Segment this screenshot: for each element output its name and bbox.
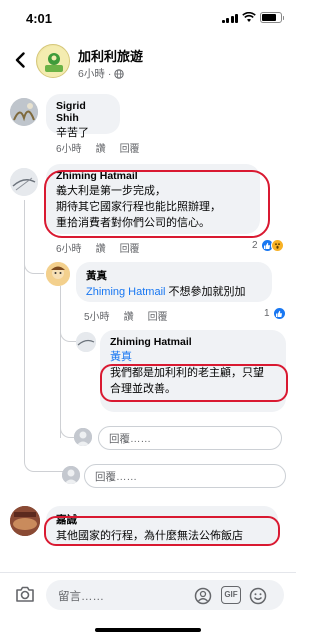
post-time: 6小時 bbox=[78, 68, 105, 80]
avatar-photo-icon bbox=[10, 168, 38, 196]
comment-actions: 6小時 讚 回覆 bbox=[56, 140, 140, 155]
comment-actions: 6小時 讚 回覆 bbox=[56, 240, 140, 255]
wifi-icon bbox=[242, 12, 256, 22]
comment-composer: 留言…… GIF bbox=[0, 572, 296, 616]
thread-connector bbox=[60, 322, 76, 342]
status-time: 4:01 bbox=[26, 11, 53, 26]
status-icons bbox=[221, 12, 284, 23]
back-button[interactable] bbox=[10, 48, 30, 72]
avatar-photo-icon bbox=[10, 506, 40, 536]
avatar[interactable] bbox=[76, 332, 96, 352]
avatar-sticker-button[interactable] bbox=[194, 587, 212, 605]
comment-bubble: Sigrid Shih 辛苦了 bbox=[46, 94, 120, 139]
avatar bbox=[74, 428, 92, 446]
thread-line bbox=[60, 286, 61, 438]
thread-connector bbox=[24, 254, 44, 274]
avatar-sticker-icon bbox=[194, 587, 212, 605]
reply-time: 5小時 bbox=[84, 312, 110, 323]
reply-actions: 5小時 讚 回覆 bbox=[84, 308, 168, 323]
avatar-photo-icon bbox=[46, 262, 70, 286]
reaction-summary[interactable]: 2 bbox=[252, 239, 284, 252]
reply-author[interactable]: Zhiming Hatmail bbox=[110, 336, 276, 348]
avatar[interactable] bbox=[10, 168, 38, 196]
mention-link[interactable]: Zhiming Hatmail bbox=[86, 286, 165, 298]
comment-text-line: 重拾消費者對你們公司的信心。 bbox=[56, 217, 210, 229]
mention-link[interactable]: 黃真 bbox=[110, 349, 276, 365]
reply-input-placeholder: 回覆…… bbox=[109, 433, 151, 445]
thread-line bbox=[24, 200, 25, 458]
avatar-photo-icon bbox=[76, 332, 96, 352]
avatar-photo-icon bbox=[10, 98, 38, 126]
comment-author[interactable]: Sigrid Shih bbox=[56, 100, 110, 124]
avatar bbox=[62, 466, 80, 484]
emoji-button[interactable] bbox=[249, 587, 267, 605]
avatar[interactable] bbox=[46, 262, 70, 286]
comment-bubble: 嘉誠 其他國家的行程，為什麼無法公佈飯店 bbox=[46, 506, 278, 546]
chevron-left-icon bbox=[15, 52, 25, 68]
comment-bubble: Zhiming Hatmail 義大利是第一步完成， 期待其它國家行程也能比照辦… bbox=[46, 164, 260, 234]
avatar[interactable] bbox=[10, 98, 38, 126]
comment-author[interactable]: Zhiming Hatmail bbox=[56, 170, 250, 182]
home-indicator bbox=[95, 628, 201, 632]
like-button[interactable]: 讚 bbox=[124, 308, 134, 323]
group-name[interactable]: 加利利旅遊 bbox=[78, 46, 143, 65]
comment-time: 6小時 bbox=[56, 244, 82, 255]
reply-input[interactable]: 回覆…… bbox=[84, 464, 286, 488]
reaction-count: 1 bbox=[264, 308, 270, 319]
like-button[interactable]: 讚 bbox=[96, 140, 106, 155]
comment-author[interactable]: 嘉誠 bbox=[56, 512, 268, 527]
reply-button[interactable]: 回覆 bbox=[148, 308, 168, 323]
wow-reaction-icon bbox=[270, 239, 284, 252]
reply-bubble: Zhiming Hatmail 黃真 我們都是加利利的老主顧，只望 合理並改善。 bbox=[100, 330, 286, 412]
reply-text-body: 不想參加就別加 bbox=[165, 286, 246, 298]
group-logo-icon bbox=[38, 46, 69, 77]
cellular-signal-icon bbox=[221, 13, 238, 23]
thread-connector bbox=[60, 418, 74, 438]
like-button[interactable]: 讚 bbox=[96, 240, 106, 255]
battery-icon bbox=[260, 12, 284, 23]
reply-author[interactable]: 黃真 bbox=[86, 268, 262, 283]
reply-button[interactable]: 回覆 bbox=[120, 140, 140, 155]
comment-text: 其他國家的行程，為什麼無法公佈飯店 bbox=[56, 530, 243, 542]
camera-icon bbox=[16, 586, 34, 602]
post-meta: 6小時 · bbox=[78, 66, 125, 81]
reply-input-placeholder: 回覆…… bbox=[95, 471, 137, 483]
comment-input[interactable]: 留言…… GIF bbox=[46, 580, 284, 610]
like-reaction-icon bbox=[272, 307, 286, 320]
reply-text: Zhiming Hatmail 不想參加就別加 bbox=[86, 284, 262, 300]
group-avatar[interactable] bbox=[36, 44, 70, 78]
avatar[interactable] bbox=[10, 506, 40, 536]
comment-text-line: 義大利是第一步完成， bbox=[56, 185, 166, 197]
reaction-count: 2 bbox=[252, 240, 258, 251]
comment-input-placeholder: 留言…… bbox=[58, 591, 104, 603]
post-header: 加利利旅遊 6小時 · bbox=[0, 38, 296, 86]
comment-text-line: 期待其它國家行程也能比照辦理， bbox=[56, 201, 221, 213]
reply-text-line: 我們都是加利利的老主顧，只望 bbox=[110, 367, 264, 379]
thread-connector bbox=[24, 448, 68, 472]
status-bar: 4:01 bbox=[0, 0, 296, 34]
reply-bubble: 黃真 Zhiming Hatmail 不想參加就別加 bbox=[76, 262, 272, 302]
reply-text-line: 合理並改善。 bbox=[110, 383, 176, 395]
reply-button[interactable]: 回覆 bbox=[120, 240, 140, 255]
comment-text: 辛苦了 bbox=[56, 127, 89, 139]
user-avatar-icon bbox=[62, 466, 80, 484]
reaction-summary[interactable]: 1 bbox=[264, 307, 286, 320]
emoji-icon bbox=[249, 587, 267, 605]
camera-button[interactable] bbox=[14, 583, 36, 605]
gif-button[interactable]: GIF bbox=[221, 586, 241, 604]
comment-time: 6小時 bbox=[56, 144, 82, 155]
user-avatar-icon bbox=[74, 428, 92, 446]
reply-input[interactable]: 回覆…… bbox=[98, 426, 282, 450]
globe-icon bbox=[114, 68, 125, 79]
